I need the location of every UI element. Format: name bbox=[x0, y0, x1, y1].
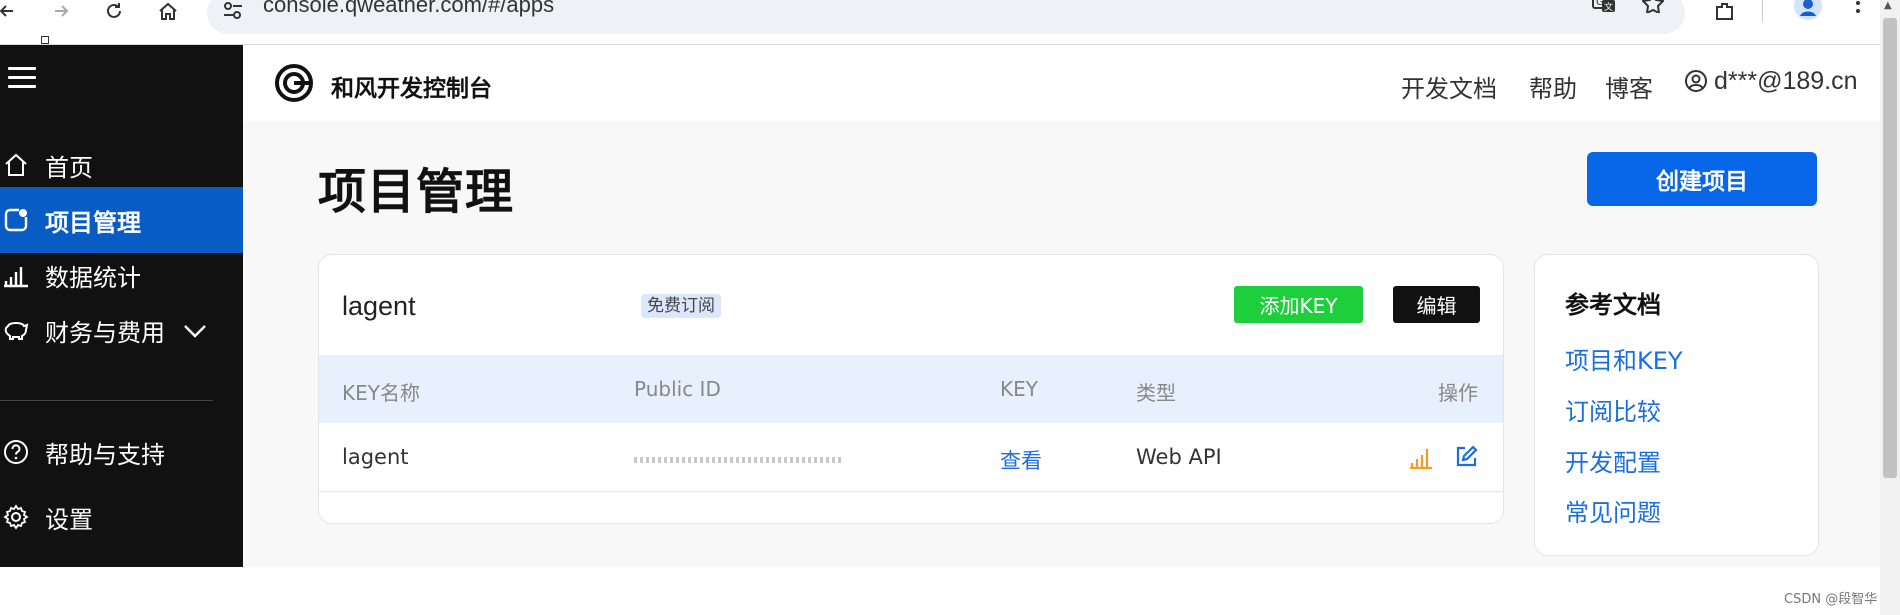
key-type-cell: Web API bbox=[1136, 445, 1222, 469]
profile-avatar-icon[interactable] bbox=[1793, 0, 1823, 22]
table-row: lagent 查看 Web API bbox=[319, 423, 1503, 492]
piggy-bank-icon bbox=[3, 317, 29, 343]
translate-icon[interactable]: G文 bbox=[1590, 0, 1618, 14]
sidebar-item-label: 设置 bbox=[45, 505, 93, 534]
watermark: CSDN @段智华 bbox=[1784, 592, 1878, 607]
sidebar-item-label: 数据统计 bbox=[45, 263, 141, 292]
top-navbar: 和风开发控制台 开发文档 帮助 博客 d***@189.cn bbox=[243, 45, 1880, 121]
sidebar-item-label: 项目管理 bbox=[45, 208, 141, 237]
ref-link-subscription-compare[interactable]: 订阅比较 bbox=[1565, 392, 1661, 427]
qweather-logo-icon[interactable] bbox=[273, 63, 315, 103]
extensions-icon[interactable] bbox=[1712, 0, 1738, 22]
more-menu-icon[interactable] bbox=[1845, 0, 1871, 22]
edit-key-icon[interactable] bbox=[1454, 445, 1478, 473]
project-name: lagent bbox=[342, 291, 416, 321]
usage-stats-icon[interactable] bbox=[1409, 445, 1433, 473]
sidebar-item-help[interactable]: 帮助与支持 bbox=[0, 419, 243, 485]
edit-project-button[interactable]: 编辑 bbox=[1393, 286, 1480, 323]
sidebar-item-label: 帮助与支持 bbox=[45, 440, 165, 469]
column-header: 类型 bbox=[1136, 381, 1176, 405]
key-name-cell: lagent bbox=[342, 445, 409, 469]
nav-link-docs[interactable]: 开发文档 bbox=[1401, 69, 1497, 104]
view-key-link[interactable]: 查看 bbox=[1000, 445, 1042, 475]
home-page-icon[interactable] bbox=[155, 0, 181, 22]
user-email[interactable]: d***@189.cn bbox=[1714, 67, 1858, 96]
tab-marker bbox=[41, 36, 49, 44]
forward-arrow-icon[interactable] bbox=[48, 0, 74, 22]
sidebar-divider bbox=[0, 400, 213, 401]
chevron-down-icon[interactable] bbox=[183, 316, 207, 344]
create-project-button[interactable]: 创建项目 bbox=[1587, 152, 1817, 206]
gear-icon bbox=[3, 504, 29, 530]
sidebar-item-label: 财务与费用 bbox=[45, 318, 165, 347]
site-settings-icon[interactable] bbox=[222, 2, 244, 24]
column-header: KEY名称 bbox=[342, 381, 420, 405]
page-title: 项目管理 bbox=[318, 164, 515, 220]
help-icon bbox=[3, 439, 29, 465]
bookmark-star-icon[interactable] bbox=[1639, 0, 1667, 14]
main-content: 和风开发控制台 开发文档 帮助 博客 d***@189.cn 项目管理 创建项目… bbox=[243, 45, 1880, 567]
user-account-icon[interactable] bbox=[1684, 69, 1708, 97]
nav-link-blog[interactable]: 博客 bbox=[1605, 69, 1653, 104]
home-icon bbox=[3, 152, 29, 178]
ref-link-project-key[interactable]: 项目和KEY bbox=[1565, 341, 1683, 376]
project-icon bbox=[3, 207, 29, 233]
ref-link-faq[interactable]: 常见问题 bbox=[1565, 493, 1661, 528]
back-arrow-icon[interactable] bbox=[0, 0, 20, 22]
sidebar-item-finance[interactable]: 财务与费用 bbox=[0, 297, 243, 363]
subscription-badge: 免费订阅 bbox=[641, 294, 721, 318]
public-id-redacted bbox=[634, 457, 844, 463]
brand-title[interactable]: 和风开发控制台 bbox=[331, 69, 492, 103]
ref-link-dev-config[interactable]: 开发配置 bbox=[1565, 443, 1661, 478]
add-key-button[interactable]: 添加KEY bbox=[1234, 286, 1363, 323]
url-text[interactable]: console.qweather.com/#/apps bbox=[263, 0, 554, 18]
sidebar-item-label: 首页 bbox=[45, 153, 93, 182]
hamburger-menu-icon[interactable] bbox=[8, 67, 36, 89]
reload-icon[interactable] bbox=[101, 0, 127, 22]
svg-text:文: 文 bbox=[1604, 1, 1613, 13]
column-header: Public ID bbox=[634, 377, 721, 401]
scrollbar-thumb[interactable] bbox=[1883, 18, 1897, 478]
toolbar-separator bbox=[1762, 0, 1763, 22]
sidebar: 首页 项目管理 数据统计 财务与费用 帮助与支持 设置 bbox=[0, 45, 243, 567]
reference-title: 参考文档 bbox=[1565, 291, 1661, 319]
address-bar[interactable]: console.qweather.com/#/apps G文 bbox=[207, 0, 1685, 34]
nav-link-help[interactable]: 帮助 bbox=[1529, 69, 1577, 104]
reference-docs-card: 参考文档 项目和KEY 订阅比较 开发配置 常见问题 bbox=[1534, 254, 1819, 556]
project-card: lagent 免费订阅 添加KEY 编辑 KEY名称 Public ID KEY… bbox=[318, 254, 1504, 524]
table-header: KEY名称 Public ID KEY 类型 操作 bbox=[319, 355, 1503, 423]
column-header: 操作 bbox=[1438, 381, 1478, 405]
page-scrollbar[interactable]: ▲ bbox=[1880, 0, 1900, 615]
scroll-up-arrow-icon[interactable]: ▲ bbox=[1884, 0, 1892, 11]
bar-chart-icon bbox=[3, 262, 29, 288]
column-header: KEY bbox=[1000, 377, 1038, 401]
sidebar-item-settings[interactable]: 设置 bbox=[0, 484, 243, 550]
browser-toolbar: console.qweather.com/#/apps G文 bbox=[0, 0, 1900, 45]
